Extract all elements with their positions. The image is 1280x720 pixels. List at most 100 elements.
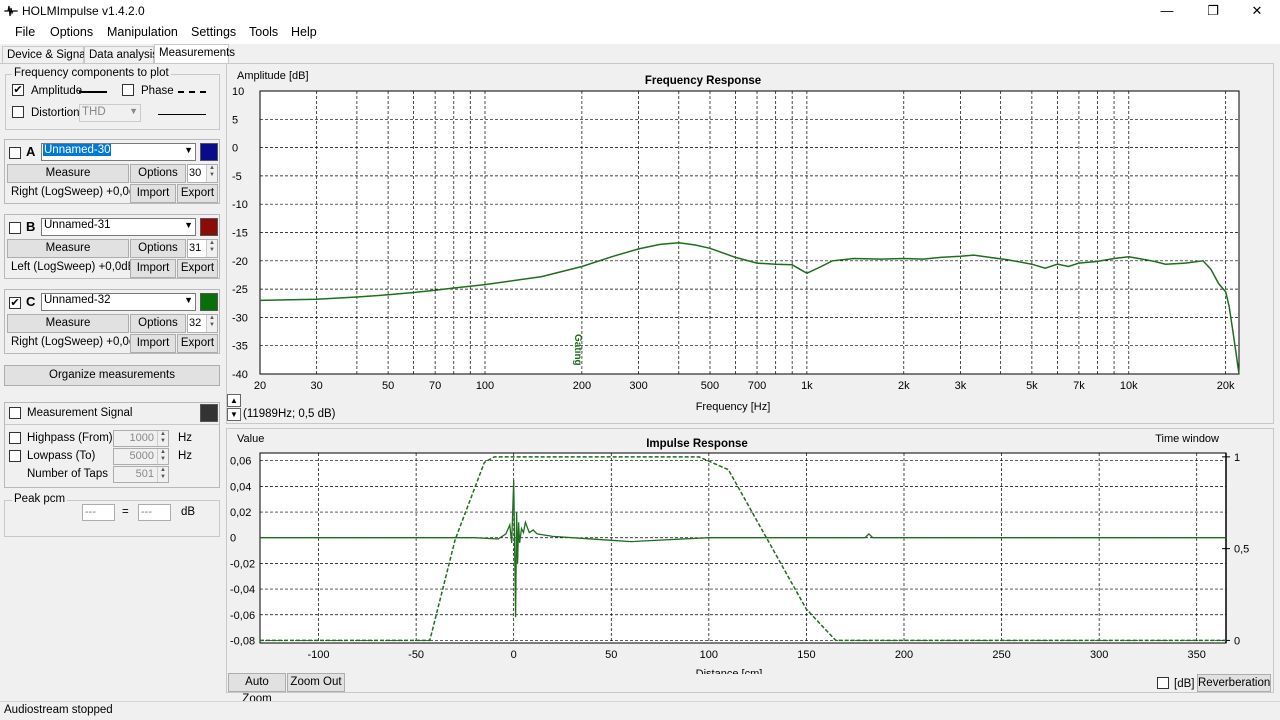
menu-settings[interactable]: Settings [191, 25, 236, 39]
measurement-c-measure-button[interactable]: Measure [7, 314, 129, 333]
measurement-b-name-select[interactable]: Unnamed-31 ▼ [41, 218, 196, 236]
y2-tick-label: 0 [1234, 635, 1240, 647]
menu-help[interactable]: Help [291, 25, 317, 39]
y-tick-label: -35 [232, 341, 248, 353]
stepper-arrows-icon[interactable]: ▲ ▼ [157, 449, 168, 464]
menu-file[interactable]: File [15, 25, 35, 39]
lowpass-value: 5000 [129, 450, 154, 462]
highpass-input[interactable]: 1000 ▲ ▼ [113, 430, 169, 447]
x-tick-label: 2k [898, 380, 910, 392]
measurement-a-info: Right (LogSweep) +0,0dB [11, 186, 144, 198]
x-tick-label: -50 [408, 649, 424, 661]
tab-device-signal[interactable]: Device & Signal [2, 46, 88, 64]
highpass-checkbox[interactable] [9, 432, 21, 444]
measurement-b-import-button[interactable]: Import [130, 259, 176, 278]
lowpass-label: Lowpass (To) [27, 450, 96, 462]
db-label: [dB] [1174, 678, 1195, 690]
db-checkbox[interactable] [1157, 677, 1169, 689]
y-axis-label: Value [237, 433, 264, 445]
measurement-c-letter: C [26, 294, 36, 309]
x-tick-label: 150 [797, 649, 815, 661]
divider [5, 424, 219, 425]
x-tick-label: 20 [254, 380, 266, 392]
measurement-b-number: 31 [189, 242, 202, 254]
title-bar: HOLMImpulse v1.4.2.0 — ❐ ✕ [0, 0, 1280, 22]
measurement-a-number-stepper[interactable]: 30 ▲ ▼ [187, 164, 218, 183]
measurement-c-color-swatch[interactable] [200, 293, 218, 311]
x-tick-label: 70 [429, 380, 441, 392]
measurement-signal-color-swatch[interactable] [200, 404, 218, 422]
tab-data-analysis[interactable]: Data analysis [84, 46, 158, 64]
y-tick-label: -30 [232, 312, 248, 324]
stepper-arrows-icon[interactable]: ▲ ▼ [206, 240, 217, 257]
scroll-down-button[interactable]: ▼ [227, 408, 241, 421]
measurement-a-color-swatch[interactable] [200, 143, 218, 161]
x-tick-label: 7k [1073, 380, 1085, 392]
lowpass-input[interactable]: 5000 ▲ ▼ [113, 448, 169, 465]
scroll-up-button[interactable]: ▲ [227, 394, 241, 407]
measurement-a-export-button[interactable]: Export [177, 184, 218, 203]
peak-value-1: --- [82, 504, 115, 521]
measurement-c-name-select[interactable]: Unnamed-32 ▼ [41, 293, 196, 311]
measurement-a-import-button[interactable]: Import [130, 184, 176, 203]
y-axis-label: Amplitude [dB] [237, 70, 309, 82]
measurement-b-number-stepper[interactable]: 31 ▲ ▼ [187, 239, 218, 258]
organize-measurements-button[interactable]: Organize measurements [4, 365, 220, 386]
chevron-down-icon: ▼ [184, 145, 193, 155]
menu-options[interactable]: Options [50, 25, 93, 39]
distortion-select[interactable]: THD ▼ [79, 104, 141, 122]
minimize-button[interactable]: — [1144, 0, 1190, 22]
close-button[interactable]: ✕ [1234, 0, 1280, 22]
measurement-c-checkbox[interactable]: ✔ [9, 297, 21, 309]
distortion-checkbox[interactable] [12, 106, 24, 118]
measurement-c-options-button[interactable]: Options [130, 314, 186, 333]
phase-checkbox[interactable] [122, 84, 134, 96]
measurement-signal-checkbox[interactable] [9, 407, 21, 419]
amplitude-checkbox[interactable]: ✔ [12, 84, 24, 96]
lowpass-checkbox[interactable] [9, 450, 21, 462]
peak-title: Peak pcm [12, 493, 68, 505]
measurement-b-name: Unnamed-31 [44, 219, 111, 231]
x-tick-label: 500 [701, 380, 719, 392]
frequency-components-title: Frequency components to plot [12, 67, 171, 79]
measurement-b-options-button[interactable]: Options [130, 239, 186, 258]
x-tick-label: 100 [700, 649, 718, 661]
measurement-c-info: Right (LogSweep) +0,0dB [11, 336, 144, 348]
tab-measurements[interactable]: Measurements [154, 44, 235, 65]
measurement-a-checkbox[interactable] [9, 147, 21, 159]
measurement-c-import-button[interactable]: Import [130, 334, 176, 353]
y-tick-label: 0,06 [230, 456, 251, 468]
stepper-arrows-icon[interactable]: ▲ ▼ [206, 315, 217, 332]
measurement-b-export-button[interactable]: Export [177, 259, 218, 278]
measurement-b-color-swatch[interactable] [200, 218, 218, 236]
stepper-arrows-icon[interactable]: ▲ ▼ [157, 431, 168, 446]
tab-strip: Device & Signal Data analysis Measuremen… [0, 44, 235, 65]
measurement-c-export-button[interactable]: Export [177, 334, 218, 353]
stepper-arrows-icon[interactable]: ▲ ▼ [206, 165, 217, 182]
chevron-down-icon: ▼ [129, 106, 138, 116]
reverberation-button[interactable]: Reverberation [1197, 674, 1271, 692]
measurement-a-measure-button[interactable]: Measure [7, 164, 129, 183]
y-tick-label: 0,02 [230, 507, 251, 519]
measurement-a-options-button[interactable]: Options [130, 164, 186, 183]
impulse-response-chart[interactable]: 0,06 0,04 0,02 0 -0,02 -0,04 -0,06 -0,08 -100 -50… [227, 429, 1273, 674]
maximize-button[interactable]: ❐ [1190, 0, 1236, 22]
measurement-c-number-stepper[interactable]: 32 ▲ ▼ [187, 314, 218, 333]
measurement-a-letter: A [26, 144, 36, 159]
x-tick-label: 200 [573, 380, 591, 392]
menu-manipulation[interactable]: Manipulation [107, 25, 178, 39]
auto-zoom-button[interactable]: Auto Zoom [228, 673, 286, 705]
measurement-a-name: Unnamed-30 [43, 144, 112, 156]
menu-tools[interactable]: Tools [249, 25, 278, 39]
stepper-arrows-icon[interactable]: ▲ ▼ [157, 467, 168, 482]
menu-bar: File Options Manipulation Settings Tools… [0, 22, 1280, 44]
y-tick-label: -0,04 [230, 584, 255, 596]
measurement-b-checkbox[interactable] [9, 222, 21, 234]
zoom-out-button[interactable]: Zoom Out [287, 673, 345, 692]
y2-tick-label: 1 [1234, 452, 1240, 464]
taps-input[interactable]: 501 ▲ ▼ [113, 466, 169, 483]
measurement-b-measure-button[interactable]: Measure [7, 239, 129, 258]
frequency-response-chart[interactable]: 1050-5-10-15-20-25-30-35-4020 30 50 70 100 20… [227, 64, 1273, 423]
y-tick-label: 0,04 [230, 481, 251, 493]
measurement-a-name-select[interactable]: Unnamed-30 ▼ [41, 143, 196, 161]
